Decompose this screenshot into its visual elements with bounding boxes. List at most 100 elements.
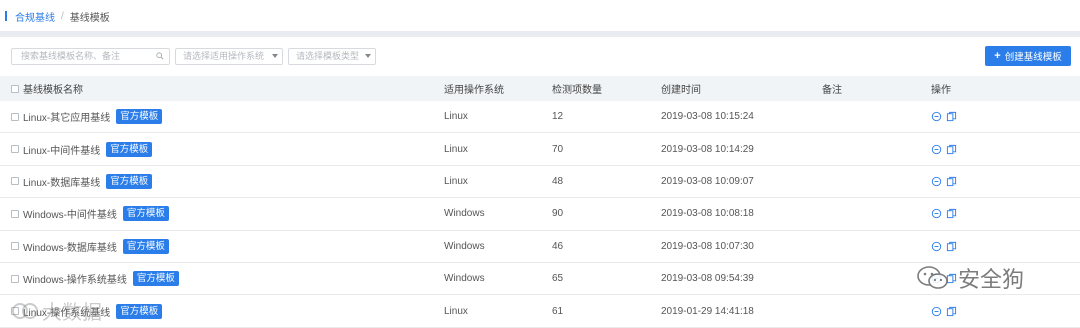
official-template-badge: 官方模板 — [116, 109, 163, 125]
cell-name: Linux-中间件基线 官方模板 — [11, 133, 153, 164]
breadcrumb: 合规基线 / 基线模板 — [0, 0, 1080, 32]
cell-time: 2019-01-29 14:41:18 — [661, 305, 754, 317]
cell-name: Windows-操作系统基线 官方模板 — [11, 263, 179, 294]
chevron-down-icon — [365, 53, 371, 58]
cell-name: Linux-其它应用基线 官方模板 — [11, 101, 163, 132]
chevron-down-icon — [272, 53, 278, 58]
view-icon[interactable] — [931, 176, 942, 187]
search-input[interactable] — [12, 48, 152, 64]
official-template-badge: 官方模板 — [132, 271, 179, 287]
header-time: 创建时间 — [661, 85, 701, 96]
template-name[interactable]: Windows-操作系统基线 — [23, 271, 127, 286]
cell-time: 2019-03-08 10:07:30 — [661, 240, 754, 252]
template-name[interactable]: Linux-中间件基线 — [23, 142, 100, 157]
official-template-badge: 官方模板 — [106, 173, 153, 189]
wechat-icon — [917, 266, 948, 289]
search-icon[interactable] — [156, 51, 164, 60]
copy-icon[interactable] — [946, 144, 957, 155]
cell-name: Windows-中间件基线 官方模板 — [11, 198, 169, 229]
table-header: 基线模板名称 适用操作系统 检测项数量 创建时间 备注 操作 — [0, 76, 1080, 101]
copy-icon[interactable] — [946, 208, 957, 219]
official-template-badge: 官方模板 — [116, 303, 163, 319]
cell-os: Windows — [444, 240, 485, 252]
official-template-badge: 官方模板 — [106, 141, 153, 157]
table-row: Windows-中间件基线 官方模板 Windows 90 2019-03-08 10:… — [0, 198, 1080, 231]
cell-actions — [931, 166, 957, 197]
template-name[interactable]: Linux-其它应用基线 — [23, 109, 110, 124]
breadcrumb-link-compliance[interactable]: 合规基线 — [15, 9, 55, 24]
row-checkbox[interactable] — [11, 242, 19, 251]
row-checkbox[interactable] — [11, 274, 19, 283]
filter-toolbar: 请选择适用操作系统 请选择模板类型 — [11, 47, 376, 65]
cell-time: 2019-03-08 10:08:18 — [661, 208, 754, 220]
breadcrumb-separator: / — [61, 10, 64, 22]
cell-os: Windows — [444, 208, 485, 220]
header-count: 检测项数量 — [552, 85, 602, 96]
table-row: Linux-中间件基线 官方模板 Linux 70 2019-03-08 10:14:2… — [0, 133, 1080, 166]
cell-name: Linux-数据库基线 官方模板 — [11, 166, 153, 197]
plus-icon: + — [994, 49, 1001, 62]
row-checkbox[interactable] — [11, 145, 19, 154]
view-icon[interactable] — [931, 241, 942, 252]
cell-count: 90 — [552, 208, 564, 220]
wechat-account-name: 安全狗 — [958, 268, 1025, 293]
view-icon[interactable] — [931, 208, 942, 219]
copy-icon[interactable] — [946, 306, 957, 317]
os-select[interactable]: 请选择适用操作系统 — [175, 47, 283, 65]
template-type-select-placeholder: 请选择模板类型 — [296, 50, 360, 61]
cell-actions — [931, 101, 957, 132]
cell-count: 12 — [552, 111, 564, 123]
header-name-label: 基线模板名称 — [23, 85, 83, 96]
cell-actions — [931, 133, 957, 164]
copy-icon[interactable] — [946, 241, 957, 252]
template-type-select[interactable]: 请选择模板类型 — [288, 47, 376, 65]
select-all-checkbox[interactable] — [11, 84, 19, 93]
cell-os: Linux — [444, 175, 468, 187]
create-template-button[interactable]: + 创建基线模板 — [985, 46, 1071, 66]
official-template-badge: 官方模板 — [122, 238, 169, 254]
create-template-label: 创建基线模板 — [1004, 52, 1062, 63]
cell-os: Linux — [444, 305, 468, 317]
view-icon[interactable] — [931, 306, 942, 317]
cell-os: Linux — [444, 111, 468, 123]
bottom-left-watermark: 大数据 — [10, 296, 102, 325]
template-name[interactable]: Windows-中间件基线 — [23, 206, 117, 221]
copy-icon[interactable] — [946, 176, 957, 187]
row-checkbox[interactable] — [11, 112, 19, 121]
table-row: Linux-操作系统基线 官方模板 Linux 61 2019-01-29 14:41:… — [0, 295, 1080, 328]
cell-actions — [931, 198, 957, 229]
cell-os: Windows — [444, 273, 485, 285]
search-box[interactable] — [11, 47, 170, 65]
template-name[interactable]: Windows-数据库基线 — [23, 239, 117, 254]
row-checkbox[interactable] — [11, 209, 19, 218]
header-note: 备注 — [822, 85, 842, 96]
copy-icon[interactable] — [946, 111, 957, 122]
cell-time: 2019-03-08 10:14:29 — [661, 143, 754, 155]
row-checkbox[interactable] — [11, 177, 19, 186]
table-row: Linux-数据库基线 官方模板 Linux 48 2019-03-08 10:09:0… — [0, 166, 1080, 199]
view-icon[interactable] — [931, 111, 942, 122]
cell-count: 65 — [552, 273, 564, 285]
header-name: 基线模板名称 — [11, 76, 83, 101]
table-row: Linux-其它应用基线 官方模板 Linux 12 2019-03-08 10:15:… — [0, 101, 1080, 134]
cell-os: Linux — [444, 143, 468, 155]
cell-actions — [931, 231, 957, 262]
cell-time: 2019-03-08 09:54:39 — [661, 273, 754, 285]
cell-count: 61 — [552, 305, 564, 317]
official-template-badge: 官方模板 — [122, 206, 169, 222]
breadcrumb-current: 基线模板 — [69, 12, 110, 24]
cell-actions — [931, 295, 957, 326]
cell-count: 70 — [552, 143, 564, 155]
wechat-watermark: 安全狗 — [916, 262, 1024, 294]
cell-count: 48 — [552, 175, 564, 187]
header-op: 操作 — [931, 85, 951, 96]
watermark-logo-icon — [12, 302, 38, 319]
os-select-placeholder: 请选择适用操作系统 — [183, 50, 265, 61]
header-os: 适用操作系统 — [444, 85, 504, 96]
template-name[interactable]: Linux-数据库基线 — [23, 174, 100, 189]
cell-time: 2019-03-08 10:15:24 — [661, 111, 754, 123]
cell-name: Windows-数据库基线 官方模板 — [11, 231, 169, 262]
view-icon[interactable] — [931, 144, 942, 155]
watermark-text: 大数据 — [42, 300, 102, 324]
breadcrumb-accent-bar — [5, 11, 7, 21]
